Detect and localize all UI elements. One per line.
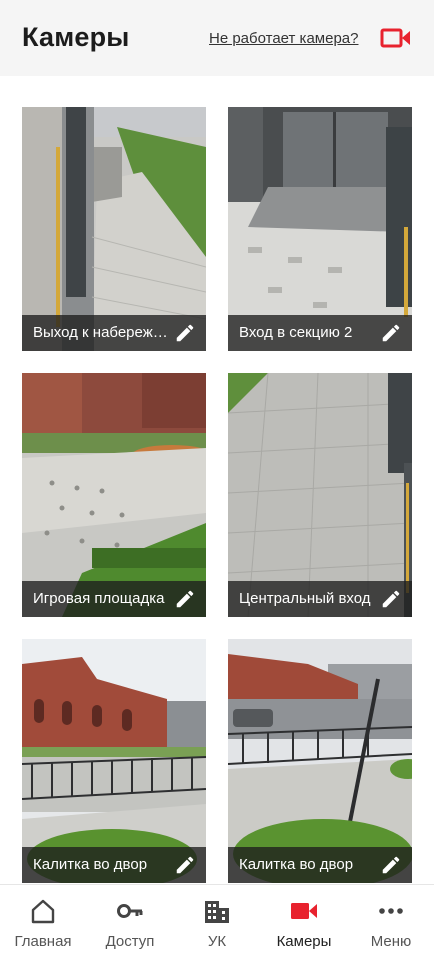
camera-tile[interactable]: Калитка во двор bbox=[228, 639, 412, 883]
tab-management[interactable]: УК bbox=[174, 885, 260, 960]
tab-access[interactable]: Доступ bbox=[87, 885, 173, 960]
camera-caption: Калитка во двор bbox=[22, 847, 206, 883]
key-icon bbox=[117, 904, 143, 918]
camera-caption: Вход в секцию 2 bbox=[228, 315, 412, 351]
camera-tile[interactable]: Игровая площадка bbox=[22, 373, 206, 617]
bottom-tab-bar: Главная Доступ УК Камеры Меню bbox=[0, 884, 434, 960]
app-header: Камеры Не работает камера? bbox=[0, 0, 434, 76]
camera-tile[interactable]: Вход в секцию 2 bbox=[228, 107, 412, 351]
tab-home[interactable]: Главная bbox=[0, 885, 86, 960]
camera-tile[interactable]: Центральный вход bbox=[228, 373, 412, 617]
camera-tile[interactable]: Калитка во двор bbox=[22, 639, 206, 883]
camera-caption: Выход к набережной bbox=[22, 315, 206, 351]
edit-icon[interactable] bbox=[174, 854, 196, 876]
edit-icon[interactable] bbox=[380, 588, 402, 610]
camera-label: Центральный вход bbox=[239, 590, 371, 607]
tab-label: Доступ bbox=[105, 933, 155, 950]
camera-tile[interactable]: Выход к набережной bbox=[22, 107, 206, 351]
edit-icon[interactable] bbox=[380, 854, 402, 876]
tab-menu[interactable]: Меню bbox=[348, 885, 434, 960]
camera-caption: Калитка во двор bbox=[228, 847, 412, 883]
tab-label: Камеры bbox=[276, 933, 332, 950]
page-title: Камеры bbox=[22, 22, 130, 52]
camera-label: Вход в секцию 2 bbox=[239, 324, 353, 341]
tab-label: Меню bbox=[370, 933, 412, 950]
camera-label: Выход к набережной bbox=[33, 324, 169, 341]
edit-icon[interactable] bbox=[174, 322, 196, 344]
more-dots-icon bbox=[379, 908, 403, 914]
video-camera-icon[interactable] bbox=[380, 27, 412, 49]
camera-label: Калитка во двор bbox=[239, 856, 354, 873]
camera-caption: Центральный вход bbox=[228, 581, 412, 617]
tab-label: Главная bbox=[14, 933, 72, 950]
video-camera-icon bbox=[291, 903, 317, 919]
tab-label: УК bbox=[207, 933, 227, 950]
home-icon bbox=[31, 899, 55, 924]
camera-caption: Игровая площадка bbox=[22, 581, 206, 617]
edit-icon[interactable] bbox=[380, 322, 402, 344]
report-camera-link[interactable]: Не работает камера? bbox=[209, 30, 358, 47]
building-icon bbox=[205, 901, 229, 923]
edit-icon[interactable] bbox=[174, 588, 196, 610]
camera-label: Калитка во двор bbox=[33, 856, 148, 873]
camera-label: Игровая площадка bbox=[33, 590, 165, 607]
tab-cameras[interactable]: Камеры bbox=[261, 885, 347, 960]
